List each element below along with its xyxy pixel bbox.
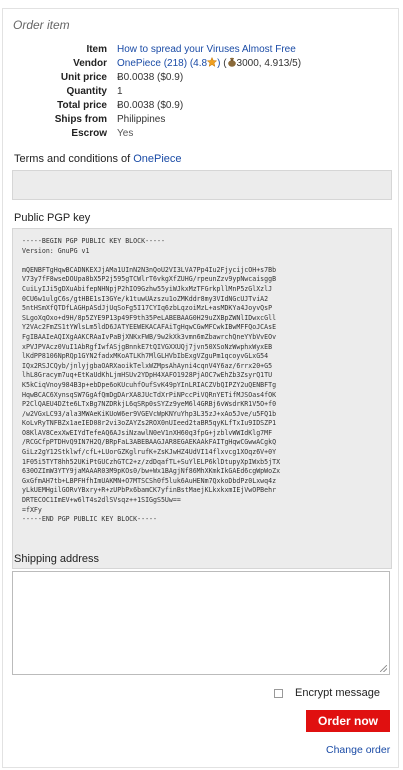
escrow-label: Escrow	[71, 128, 107, 139]
star-icon	[207, 57, 218, 67]
terms-heading: Terms and conditions of OnePiece	[14, 153, 182, 165]
terms-vendor-link[interactable]: OnePiece	[133, 153, 181, 165]
quantity-row: Quantity 1	[10, 85, 301, 99]
vendor-rating: (4.8)	[189, 57, 221, 69]
shipping-address-input[interactable]	[12, 571, 390, 675]
ships-from-value: Philippines	[117, 114, 166, 125]
order-details: Item How to spread your Viruses Almost F…	[10, 43, 301, 141]
unit-price-label: Unit price	[60, 72, 107, 83]
vendor-row: Vendor OnePiece (218) (4.8) (3000, 4.913…	[10, 57, 301, 71]
encrypt-option[interactable]: Encrypt message	[274, 687, 380, 699]
quantity-value: 1	[117, 86, 123, 97]
item-link[interactable]: How to spread your Viruses Almost Free	[117, 43, 296, 57]
total-price-row: Total price Ƀ0.0038 ($0.9)	[10, 99, 301, 113]
unit-price-value: Ƀ0.0038 ($0.9)	[117, 72, 184, 83]
vendor-link[interactable]: OnePiece (218)	[117, 58, 187, 69]
terms-title: Terms and conditions of	[14, 153, 131, 165]
escrow-row: Escrow Yes	[10, 127, 301, 141]
ships-from-label: Ships from	[54, 114, 107, 125]
item-label: Item	[86, 44, 107, 55]
pgp-key-box: -----BEGIN PGP PUBLIC KEY BLOCK----- Ver…	[12, 228, 392, 569]
item-row: Item How to spread your Viruses Almost F…	[10, 43, 301, 57]
shipping-title: Shipping address	[14, 553, 100, 565]
resize-handle-icon[interactable]	[380, 665, 387, 672]
escrow-value: Yes	[117, 128, 134, 139]
page-title: Order item	[13, 18, 70, 32]
terms-box	[12, 170, 392, 200]
change-order-link[interactable]: Change order	[326, 744, 390, 756]
quantity-label: Quantity	[66, 86, 107, 97]
vendor-stats: (3000, 4.913/5)	[223, 57, 302, 69]
unit-price-row: Unit price Ƀ0.0038 ($0.9)	[10, 71, 301, 85]
encrypt-label: Encrypt message	[295, 687, 380, 699]
order-now-button[interactable]: Order now	[306, 710, 390, 732]
ships-from-row: Ships from Philippines	[10, 113, 301, 127]
vendor-label: Vendor	[73, 58, 107, 69]
encrypt-checkbox[interactable]	[274, 688, 283, 698]
total-price-label: Total price	[57, 100, 107, 111]
money-bag-icon	[227, 57, 236, 67]
pgp-title: Public PGP key	[14, 212, 91, 224]
total-price-value: Ƀ0.0038 ($0.9)	[117, 100, 184, 111]
